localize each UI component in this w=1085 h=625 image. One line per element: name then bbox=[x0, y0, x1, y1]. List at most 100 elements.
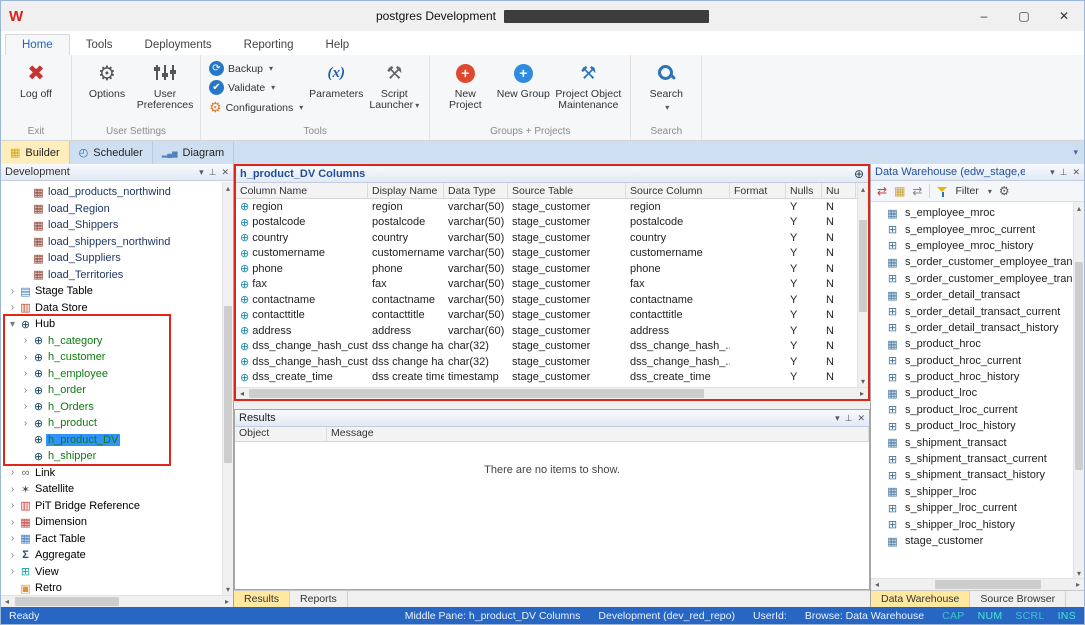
tree-item[interactable]: › h_category bbox=[1, 333, 233, 350]
tree-expander-icon[interactable]: › bbox=[20, 352, 31, 363]
list-item[interactable]: s_shipper_lroc bbox=[885, 484, 1072, 500]
list-item[interactable]: s_employee_mroc bbox=[885, 205, 1072, 221]
panel-close-icon[interactable]: ✕ bbox=[857, 413, 865, 424]
list-item[interactable]: s_order_customer_employee_tran bbox=[885, 254, 1072, 270]
tree-item[interactable]: › h_employee bbox=[1, 366, 233, 383]
browser-vertical-scrollbar[interactable] bbox=[1073, 202, 1084, 579]
list-item[interactable]: s_shipper_lroc_current bbox=[885, 500, 1072, 516]
tree-expander-icon[interactable]: › bbox=[20, 401, 31, 412]
tree-item[interactable]: › Data Store bbox=[1, 300, 233, 317]
tree-item[interactable]: load_Shippers bbox=[1, 217, 233, 234]
connect-icon[interactable]: ⇄ bbox=[877, 184, 887, 198]
tree-item[interactable]: › Fact Table bbox=[1, 531, 233, 548]
tree-item[interactable]: › Stage Table bbox=[1, 283, 233, 300]
list-item[interactable]: s_employee_mroc_history bbox=[885, 238, 1072, 254]
list-item[interactable]: stage_customer bbox=[885, 533, 1072, 549]
view-tab[interactable]: Scheduler bbox=[70, 141, 153, 164]
tree-item[interactable]: › h_Orders bbox=[1, 399, 233, 416]
configurations-button[interactable]: ⚙ Configurations ▾ bbox=[209, 99, 303, 116]
tree-expander-icon[interactable]: › bbox=[20, 335, 31, 346]
user-preferences-button[interactable]: User Preferences bbox=[136, 57, 194, 111]
list-item[interactable]: s_shipment_transact_history bbox=[885, 467, 1072, 483]
column-header[interactable]: Nulls bbox=[786, 183, 822, 198]
columns-horizontal-scrollbar[interactable] bbox=[236, 387, 868, 399]
backup-button[interactable]: ⟳ Backup ▾ bbox=[209, 61, 303, 76]
tree-item[interactable]: › Link bbox=[1, 465, 233, 482]
table-row[interactable]: dss_change_hash_custo... dss change ha..… bbox=[236, 354, 856, 370]
tree-item[interactable]: load_Region bbox=[1, 201, 233, 218]
table-row[interactable]: dss_change_hash_custo... dss change ha..… bbox=[236, 339, 856, 355]
column-header[interactable]: Nu bbox=[822, 183, 856, 198]
filter-chevron-icon[interactable]: ▾ bbox=[988, 187, 992, 196]
options-button[interactable]: ⚙ Options bbox=[78, 57, 136, 100]
results-tab[interactable]: Results bbox=[234, 591, 291, 607]
parameters-button[interactable]: (x) Parameters bbox=[307, 57, 365, 100]
filter-icon[interactable] bbox=[937, 185, 948, 198]
new-group-button[interactable]: + New Group bbox=[494, 57, 552, 100]
maximize-button[interactable]: ▢ bbox=[1004, 1, 1044, 31]
view-tab[interactable]: Builder bbox=[1, 141, 70, 164]
script-launcher-button[interactable]: ⚒ Script Launcher ▾ bbox=[365, 57, 423, 111]
menu-tab[interactable]: Deployments bbox=[129, 35, 228, 55]
tree-item[interactable]: load_products_northwind bbox=[1, 184, 233, 201]
list-item[interactable]: s_product_hroc_current bbox=[885, 353, 1072, 369]
browser-horizontal-scrollbar[interactable] bbox=[871, 578, 1084, 590]
list-item[interactable]: s_order_detail_transact_current bbox=[885, 303, 1072, 319]
column-header[interactable]: Format bbox=[730, 183, 786, 198]
tree-item[interactable]: load_Suppliers bbox=[1, 250, 233, 267]
tree-item[interactable]: Retro bbox=[1, 580, 233, 595]
tree-expander-icon[interactable]: ▾ bbox=[7, 319, 18, 330]
list-item[interactable]: s_employee_mroc_current bbox=[885, 221, 1072, 237]
list-item[interactable]: s_shipper_lroc_history bbox=[885, 516, 1072, 532]
table-row[interactable]: contactname contactname varchar(50) stag… bbox=[236, 292, 856, 308]
tree-expander-icon[interactable]: › bbox=[7, 550, 18, 561]
view-tab[interactable]: Diagram bbox=[153, 141, 235, 164]
table-row[interactable]: phone phone varchar(50) stage_customer p… bbox=[236, 261, 856, 277]
list-item[interactable]: s_order_customer_employee_tran bbox=[885, 271, 1072, 287]
results-column-header[interactable]: Message bbox=[327, 427, 869, 441]
panel-close-icon[interactable]: ✕ bbox=[1072, 167, 1080, 178]
tree-item[interactable]: › h_order bbox=[1, 382, 233, 399]
columns-vertical-scrollbar[interactable] bbox=[857, 183, 868, 387]
list-item[interactable]: s_product_lroc_current bbox=[885, 402, 1072, 418]
list-item[interactable]: s_shipment_transact bbox=[885, 434, 1072, 450]
list-item[interactable]: s_product_hroc_history bbox=[885, 369, 1072, 385]
search-button[interactable]: Search ▾ bbox=[637, 57, 695, 112]
minimize-button[interactable]: – bbox=[964, 1, 1004, 31]
panel-close-icon[interactable]: ✕ bbox=[221, 167, 229, 178]
panel-pin-icon[interactable]: ⊥ bbox=[845, 413, 853, 424]
tree-expander-icon[interactable]: › bbox=[20, 418, 31, 429]
menu-tab[interactable]: Help bbox=[310, 35, 366, 55]
browser-tab[interactable]: Data Warehouse bbox=[871, 591, 971, 607]
tree-item[interactable]: load_Territories bbox=[1, 267, 233, 284]
tree-item[interactable]: h_shipper bbox=[1, 448, 233, 465]
results-tab[interactable]: Reports bbox=[290, 591, 348, 607]
tree-expander-icon[interactable]: › bbox=[7, 517, 18, 528]
panel-menu-chevron-icon[interactable]: ▾ bbox=[835, 413, 840, 424]
tree-expander-icon[interactable]: › bbox=[20, 385, 31, 396]
tree-expander-icon[interactable]: › bbox=[7, 566, 18, 577]
tree-item[interactable]: › Satellite bbox=[1, 481, 233, 498]
project-object-maintenance-button[interactable]: ⚒ Project Object Maintenance bbox=[552, 57, 624, 111]
development-vertical-scrollbar[interactable] bbox=[222, 182, 233, 595]
column-header[interactable]: Data Type bbox=[444, 183, 508, 198]
list-item[interactable]: s_product_hroc bbox=[885, 336, 1072, 352]
column-header[interactable]: Source Table bbox=[508, 183, 626, 198]
validate-button[interactable]: ✔ Validate ▾ bbox=[209, 80, 303, 95]
tree-expander-icon[interactable]: › bbox=[20, 368, 31, 379]
disconnect-icon[interactable]: ⇄ bbox=[912, 184, 922, 198]
browser-settings-icon[interactable]: ⚙ bbox=[999, 184, 1010, 198]
results-column-header[interactable]: Object bbox=[235, 427, 327, 441]
new-project-button[interactable]: + New Project bbox=[436, 57, 494, 111]
close-button[interactable]: ✕ bbox=[1044, 1, 1084, 31]
tree-item[interactable]: › h_product bbox=[1, 415, 233, 432]
list-item[interactable]: s_order_detail_transact bbox=[885, 287, 1072, 303]
horizontal-splitter[interactable] bbox=[234, 401, 870, 409]
table-row[interactable]: dss_create_time dss create time timestam… bbox=[236, 370, 856, 386]
tree-item[interactable]: h_product_DV bbox=[1, 432, 233, 449]
filter-label[interactable]: Filter bbox=[955, 185, 978, 197]
tree-expander-icon[interactable]: › bbox=[7, 286, 18, 297]
table-row[interactable]: country country varchar(50) stage_custom… bbox=[236, 230, 856, 246]
panel-menu-chevron-icon[interactable]: ▾ bbox=[199, 167, 204, 178]
list-item[interactable]: s_shipment_transact_current bbox=[885, 451, 1072, 467]
